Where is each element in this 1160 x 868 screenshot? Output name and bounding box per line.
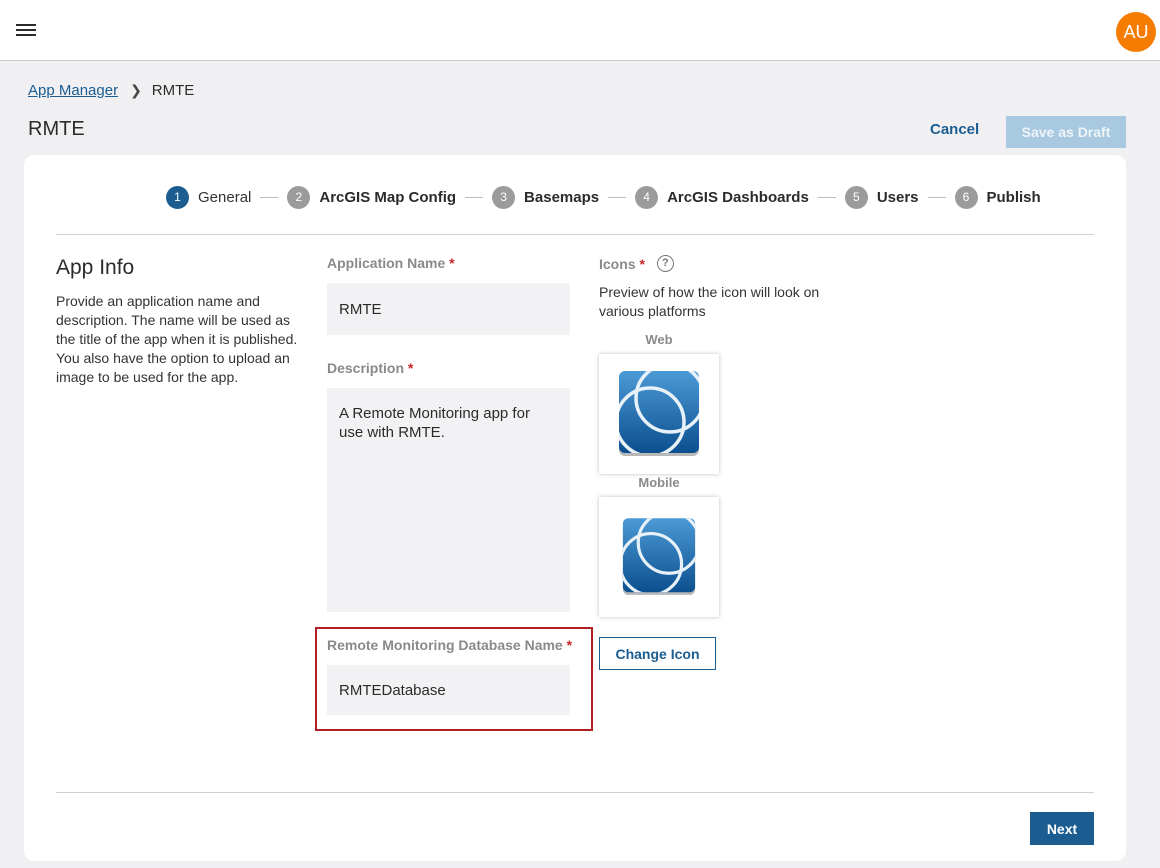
next-button[interactable]: Next bbox=[1030, 812, 1094, 845]
change-icon-button[interactable]: Change Icon bbox=[599, 637, 716, 670]
divider bbox=[56, 792, 1094, 793]
app-name-label-text: Application Name bbox=[327, 255, 446, 271]
step-label: General bbox=[198, 189, 252, 206]
wizard-card: 1 General 2 ArcGIS Map Config 3 Basemaps… bbox=[24, 155, 1126, 861]
required-marker: * bbox=[449, 255, 455, 271]
page-title: RMTE bbox=[28, 118, 85, 140]
help-icon[interactable]: ? bbox=[656, 255, 674, 272]
web-icon-preview bbox=[599, 354, 719, 474]
icons-description: Preview of how the icon will look on var… bbox=[599, 284, 820, 319]
icons-label: Icons * ? bbox=[599, 255, 674, 272]
menu-icon[interactable] bbox=[16, 24, 36, 40]
top-bar: AU bbox=[0, 0, 1160, 61]
step-separator bbox=[817, 197, 836, 198]
step-separator bbox=[260, 197, 279, 198]
breadcrumb-app-manager-link[interactable]: App Manager bbox=[28, 82, 118, 99]
description-label: Description * bbox=[327, 360, 413, 376]
step-label: ArcGIS Dashboards bbox=[667, 189, 809, 206]
step-number: 1 bbox=[166, 186, 189, 209]
db-name-label-text: Remote Monitoring Database Name bbox=[327, 637, 563, 653]
wizard-steps: 1 General 2 ArcGIS Map Config 3 Basemaps… bbox=[166, 186, 1041, 209]
description-textarea[interactable]: A Remote Monitoring app for use with RMT… bbox=[327, 388, 570, 612]
step-number: 2 bbox=[287, 186, 311, 209]
web-label: Web bbox=[645, 332, 673, 347]
step-number: 3 bbox=[492, 186, 516, 209]
divider bbox=[56, 234, 1094, 235]
description-label-text: Description bbox=[327, 360, 405, 376]
step-basemaps[interactable]: 3 Basemaps bbox=[492, 186, 599, 209]
step-number: 5 bbox=[844, 186, 868, 209]
mobile-icon-preview bbox=[599, 497, 719, 617]
save-as-draft-button[interactable]: Save as Draft bbox=[1006, 116, 1126, 148]
step-arcgis-dashboards[interactable]: 4 ArcGIS Dashboards bbox=[635, 186, 809, 209]
step-number: 6 bbox=[954, 186, 978, 209]
chevron-right-icon: ❯ bbox=[130, 82, 142, 98]
section-description: Provide an application name and descript… bbox=[56, 293, 298, 385]
step-users[interactable]: 5 Users bbox=[844, 186, 919, 209]
mobile-label: Mobile bbox=[638, 475, 680, 490]
step-label: Publish bbox=[986, 189, 1041, 206]
breadcrumb-current: RMTE bbox=[151, 82, 195, 99]
step-separator bbox=[465, 197, 484, 198]
db-name-label: Remote Monitoring Database Name * bbox=[327, 637, 572, 653]
step-separator bbox=[608, 197, 627, 198]
required-marker: * bbox=[566, 637, 573, 653]
app-logo-icon bbox=[622, 518, 696, 595]
step-label: ArcGIS Map Config bbox=[319, 189, 457, 206]
step-label: Users bbox=[876, 189, 919, 206]
required-marker: * bbox=[407, 360, 414, 376]
step-arcgis-map-config[interactable]: 2 ArcGIS Map Config bbox=[287, 186, 456, 209]
step-separator bbox=[927, 197, 946, 198]
app-name-label: Application Name * bbox=[327, 255, 455, 271]
step-general[interactable]: 1 General bbox=[166, 186, 251, 209]
section-title: App Info bbox=[56, 256, 135, 279]
user-avatar[interactable]: AU bbox=[1116, 12, 1156, 52]
required-marker: * bbox=[639, 255, 645, 272]
db-name-input[interactable] bbox=[327, 665, 570, 715]
breadcrumb: App Manager ❯ RMTE bbox=[28, 82, 194, 99]
cancel-button[interactable]: Cancel bbox=[930, 121, 979, 138]
step-publish[interactable]: 6 Publish bbox=[954, 186, 1041, 209]
app-logo-icon bbox=[619, 371, 699, 456]
step-label: Basemaps bbox=[524, 189, 600, 206]
step-number: 4 bbox=[635, 186, 659, 209]
icons-label-text: Icons bbox=[599, 255, 636, 272]
app-name-input[interactable] bbox=[327, 283, 570, 335]
